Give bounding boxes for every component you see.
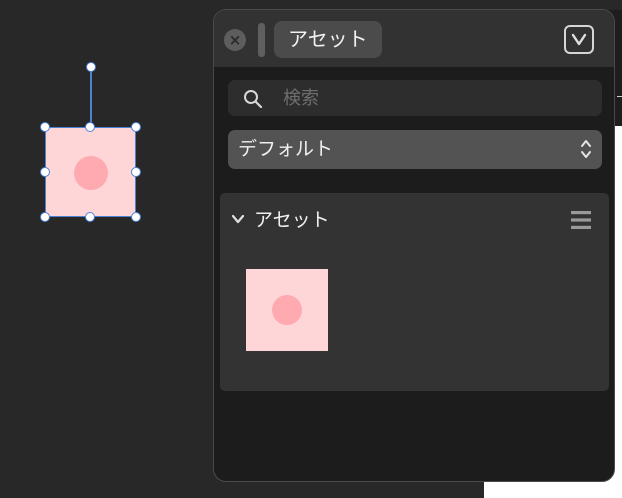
rotation-line	[90, 67, 92, 125]
resize-handle-bottom-right[interactable]	[131, 212, 141, 222]
resize-handle-top-left[interactable]	[40, 122, 50, 132]
assets-section: アセット	[220, 193, 609, 391]
search-field[interactable]	[228, 80, 602, 116]
resize-handle-top-right[interactable]	[131, 122, 141, 132]
library-select[interactable]: デフォルト	[228, 130, 602, 169]
hamburger-menu-icon[interactable]	[570, 210, 592, 230]
selected-shape[interactable]	[45, 127, 136, 217]
app-window: × アセット デフォルト	[0, 0, 622, 498]
close-icon[interactable]: ×	[224, 29, 246, 51]
asset-thumbnail[interactable]	[246, 269, 328, 351]
search-icon	[244, 90, 263, 109]
rotation-handle[interactable]	[86, 62, 96, 72]
panel-title-tab[interactable]: アセット	[274, 21, 382, 58]
resize-handle-left[interactable]	[40, 167, 50, 177]
section-title[interactable]: アセット	[254, 204, 330, 236]
updown-arrows-icon	[581, 140, 591, 158]
asset-thumbnail-dot	[272, 295, 302, 325]
assets-floating-panel: × アセット デフォルト	[213, 9, 615, 482]
shape-dot	[74, 156, 108, 190]
resize-handle-top[interactable]	[85, 122, 95, 132]
chevron-down-icon	[571, 33, 587, 46]
collapse-button[interactable]	[564, 25, 594, 54]
resize-handle-right[interactable]	[131, 167, 141, 177]
drag-grip-icon[interactable]	[258, 23, 265, 57]
library-select-value: デフォルト	[238, 138, 334, 160]
resize-handle-bottom-left[interactable]	[40, 212, 50, 222]
resize-handle-bottom[interactable]	[85, 212, 95, 222]
panel-titlebar[interactable]: × アセット	[214, 10, 614, 67]
chevron-down-icon[interactable]	[231, 214, 245, 224]
background-tick	[617, 96, 622, 97]
search-input[interactable]	[283, 80, 583, 116]
